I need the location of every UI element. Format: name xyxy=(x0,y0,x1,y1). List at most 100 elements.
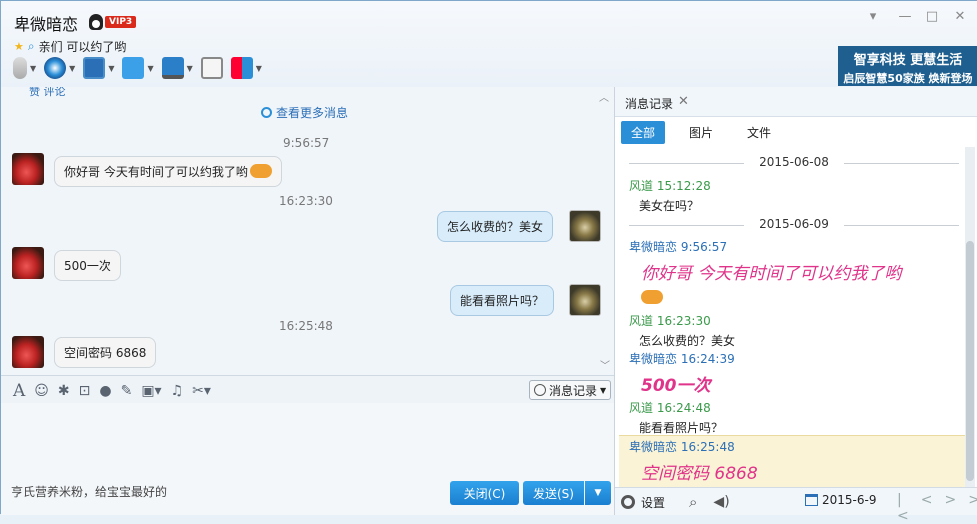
menu-icon[interactable]: ▾ xyxy=(863,9,883,24)
signature-text: 亲们 可以约了哟 xyxy=(38,40,127,54)
minimize-button[interactable]: — xyxy=(895,9,915,24)
view-more-link[interactable]: 查看更多消息 xyxy=(261,104,348,121)
ad-banner[interactable]: 智享科技 更慧生活 启辰智慧50家族 焕新登场 xyxy=(838,46,977,86)
image-icon[interactable]: ▣▾ xyxy=(141,383,161,399)
send-options-dropdown[interactable]: ▼ xyxy=(585,481,611,505)
message-bubble: 500一次 xyxy=(54,250,121,281)
history-tab[interactable]: 消息记录 xyxy=(625,95,673,112)
maximize-button[interactable]: □ xyxy=(922,9,942,24)
search-icon[interactable]: ⌕ xyxy=(689,493,697,511)
emoji-icon[interactable]: ☺ xyxy=(34,383,49,399)
screen-share-icon xyxy=(83,57,106,79)
microphone-button[interactable]: ▼ xyxy=(13,57,36,79)
history-message: 能看看照片吗？ xyxy=(639,421,724,435)
page-navigation: |< < > >| xyxy=(897,492,977,524)
message-history-button[interactable]: 消息记录 ▼ xyxy=(529,380,611,400)
message-bubble: 空间密码 6868 xyxy=(54,337,157,368)
music-icon[interactable]: ♫ xyxy=(171,383,184,399)
timestamp: 16:23:30 xyxy=(279,194,333,208)
scissors-icon[interactable]: ✂▾ xyxy=(192,383,211,399)
first-page-icon[interactable]: |< xyxy=(897,492,909,524)
collapse-icon[interactable]: ︿ xyxy=(599,89,609,104)
title-bar: 卑微暗恋 VIP3 ★ ⌕ 亲们 可以约了哟 ▾ — □ ✕ ▼ ▼ ▼ ▼ ▼… xyxy=(1,1,977,87)
screenshot-icon[interactable]: ⊡ xyxy=(79,383,91,399)
chat-window: 卑微暗恋 VIP3 ★ ⌕ 亲们 可以约了哟 ▾ — □ ✕ ▼ ▼ ▼ ▼ ▼… xyxy=(0,0,977,524)
history-sender: 风道 15:12:28 xyxy=(629,179,711,193)
filter-images[interactable]: 图片 xyxy=(679,121,723,144)
toolbar: ▼ ▼ ▼ ▼ ▼ ▼ xyxy=(13,57,262,79)
scroll-thumb[interactable] xyxy=(966,241,974,481)
remote-desktop-button[interactable]: ▼ xyxy=(161,57,193,79)
file-transfer-icon xyxy=(122,57,145,79)
edit-icon[interactable]: ✎ xyxy=(121,383,133,399)
history-sender: 卑微暗恋 9:56:57 xyxy=(629,240,728,254)
close-chat-button[interactable]: 关闭(C) xyxy=(450,481,519,505)
date-picker[interactable]: 2015-6-9 xyxy=(805,493,876,507)
top-cut-links: 赞 评论 xyxy=(29,87,66,98)
vip-badge: VIP3 xyxy=(89,14,137,30)
chat-area: 赞 评论 查看更多消息 ︿ 9:56:57 你好哥 今天有时间了可以约我了哟 1… xyxy=(1,87,614,375)
add-app-icon xyxy=(200,57,223,79)
screen-share-button[interactable]: ▼ xyxy=(83,57,114,79)
handshake-icon xyxy=(249,164,272,178)
input-toolbar: A ☺ ✱ ⊡ ● ✎ ▣▾ ♫ ✂▾ 消息记录 ▼ xyxy=(1,375,614,403)
video-call-icon xyxy=(44,57,67,79)
calendar-icon xyxy=(805,494,818,506)
handshake-icon xyxy=(641,290,663,305)
history-message: 怎么收费的？美女 xyxy=(639,334,736,348)
message-input-area[interactable]: 亨氏营养米粉，给宝宝最好的 关闭(C) 发送(S) ▼ xyxy=(1,403,614,515)
speaker-icon[interactable]: ◀) xyxy=(713,494,729,510)
magic-icon[interactable]: ✱ xyxy=(58,383,70,399)
history-status-bar: 设置 ⌕ ◀) 2015-6-9 |< < > >| xyxy=(615,487,977,524)
clock-icon xyxy=(261,107,272,118)
last-page-icon[interactable]: >| xyxy=(968,492,977,524)
more-apps-icon xyxy=(230,57,253,79)
file-transfer-button[interactable]: ▼ xyxy=(122,57,154,79)
signature-row: ★ ⌕ 亲们 可以约了哟 xyxy=(14,38,126,55)
ad-text[interactable]: 亨氏营养米粉，给宝宝最好的 xyxy=(11,483,167,500)
send-button[interactable]: 发送(S) xyxy=(523,481,584,505)
prev-page-icon[interactable]: < xyxy=(921,492,933,524)
settings-button[interactable]: 设置 ⌕ ◀) xyxy=(621,493,730,511)
history-message: 500一次 xyxy=(641,376,711,396)
history-sender: 卑微暗恋 16:24:39 xyxy=(629,352,735,366)
timestamp: 9:56:57 xyxy=(283,136,330,150)
gear-icon xyxy=(621,495,635,509)
remote-desktop-icon xyxy=(161,57,184,79)
history-sender: 风道 16:23:30 xyxy=(629,314,711,328)
search-icon: ⌕ xyxy=(27,39,35,53)
qq-penguin-icon xyxy=(89,14,103,30)
voice-icon[interactable]: ● xyxy=(99,383,111,399)
date-separator: 2015-06-09 xyxy=(629,217,959,231)
timestamp: 16:25:48 xyxy=(279,319,333,333)
history-message: 空间密码 6868 xyxy=(641,464,758,484)
video-call-button[interactable]: ▼ xyxy=(44,57,75,79)
contact-name: 卑微暗恋 xyxy=(14,15,79,34)
star-icon: ★ xyxy=(14,40,24,53)
history-panel: 消息记录 ✕ 全部 图片 文件 2015-06-08 风道 15:12:28 美… xyxy=(614,87,977,524)
more-apps-button[interactable]: ▼ xyxy=(230,57,262,79)
my-avatar[interactable] xyxy=(569,210,601,242)
close-button[interactable]: ✕ xyxy=(950,9,970,24)
message-bubble: 能看看照片吗？ xyxy=(450,285,555,316)
history-sender: 风道 16:24:48 xyxy=(629,401,711,415)
my-avatar[interactable] xyxy=(569,284,601,316)
contact-avatar[interactable] xyxy=(12,153,44,185)
microphone-icon xyxy=(13,57,27,79)
history-scrollbar[interactable] xyxy=(965,147,975,487)
history-tab-bar: 消息记录 ✕ xyxy=(615,87,977,117)
next-page-icon[interactable]: > xyxy=(944,492,956,524)
add-app-button[interactable] xyxy=(200,57,223,79)
expand-icon[interactable]: ﹀ xyxy=(600,357,610,372)
close-history-icon[interactable]: ✕ xyxy=(678,94,689,109)
message-bubble: 你好哥 今天有时间了可以约我了哟 xyxy=(54,156,282,187)
clock-icon xyxy=(534,384,546,396)
font-icon[interactable]: A xyxy=(13,381,25,401)
contact-avatar[interactable] xyxy=(12,336,44,368)
filter-files[interactable]: 文件 xyxy=(737,121,781,144)
message-bubble: 怎么收费的？美女 xyxy=(437,211,554,242)
filter-all[interactable]: 全部 xyxy=(621,121,666,144)
date-separator: 2015-06-08 xyxy=(629,155,959,169)
history-message: 你好哥 今天有时间了可以约我了哟 xyxy=(641,264,902,284)
contact-avatar[interactable] xyxy=(12,247,44,279)
